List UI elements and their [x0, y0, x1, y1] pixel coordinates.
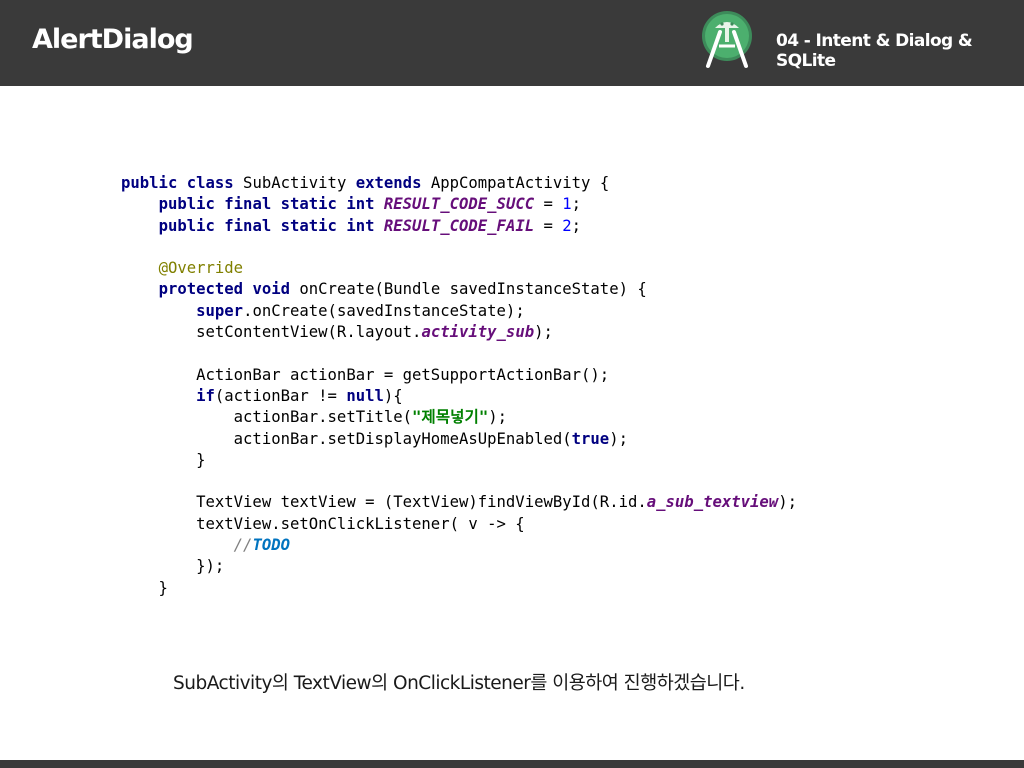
code-line: @Override — [121, 258, 797, 279]
code-token: // — [233, 536, 253, 555]
code-line: protected void onCreate(Bundle savedInst… — [121, 279, 797, 300]
code-token: TODO — [252, 536, 291, 555]
code-line: textView.setOnClickListener( v -> { — [121, 514, 797, 535]
code-token: RESULT_CODE_FAIL — [383, 216, 535, 235]
android-studio-icon — [698, 8, 756, 72]
code-token: SubActivity — [233, 174, 356, 192]
code-token: null — [346, 386, 384, 405]
code-token: ); — [609, 429, 628, 448]
code-line: ActionBar actionBar = getSupportActionBa… — [121, 365, 797, 386]
code-token: textView.setOnClickListener( v -> { — [121, 514, 525, 533]
slide-footer-bar — [0, 760, 1024, 768]
code-line: super.onCreate(savedInstanceState); — [121, 301, 797, 322]
code-token: if — [196, 386, 215, 405]
code-token: public class — [121, 174, 234, 192]
code-line: public final static int RESULT_CODE_SUCC… — [121, 194, 797, 215]
code-token: (actionBar != — [214, 386, 347, 405]
code-token: ActionBar actionBar = getSupportActionBa… — [121, 365, 610, 384]
code-line: }); — [121, 556, 797, 577]
code-line: actionBar.setDisplayHomeAsUpEnabled(true… — [121, 429, 797, 450]
code-token: setContentView(R.layout. — [121, 323, 422, 342]
code-line: } — [121, 578, 797, 599]
slide-caption: SubActivity의 TextView의 OnClickListener를 … — [173, 673, 745, 694]
slide-subtitle: 04 - Intent & Dialog & SQLite — [776, 31, 973, 71]
code-token: AppCompatActivity { — [421, 174, 610, 192]
code-token: ); — [534, 323, 553, 342]
code-token: TextView textView = (TextView)findViewBy… — [121, 493, 647, 512]
code-token: protected void — [158, 280, 290, 299]
code-token: public final static int — [158, 195, 375, 214]
code-token: ; — [571, 195, 582, 214]
code-token: }); — [121, 557, 225, 576]
code-token: onCreate(Bundle savedInstanceState) { — [290, 280, 647, 299]
code-token: ); — [488, 408, 507, 427]
code-token: 1 — [562, 195, 572, 214]
code-token: public final static int — [158, 216, 375, 235]
code-token: = — [534, 216, 563, 235]
code-token: super — [196, 301, 244, 320]
code-token: ); — [778, 493, 797, 512]
slide-title: AlertDialog — [32, 24, 194, 55]
code-line: public class SubActivity extends AppComp… — [121, 173, 797, 194]
code-token: } — [121, 450, 206, 469]
code-line: //TODO — [121, 535, 797, 556]
code-token: actionBar.setDisplayHomeAsUpEnabled( — [121, 429, 572, 448]
code-token: ; — [571, 216, 582, 235]
code-token: .onCreate(savedInstanceState); — [243, 301, 525, 320]
code-line: actionBar.setTitle("제목넣기"); — [121, 407, 797, 428]
code-token: = — [534, 195, 563, 214]
code-token: extends — [355, 174, 422, 192]
slide-header: AlertDialog 04 - Intent & Dialog & SQLit… — [0, 0, 1024, 86]
code-token: actionBar.setTitle( — [121, 408, 413, 427]
code-token: activity_sub — [421, 323, 535, 342]
code-line: setContentView(R.layout.activity_sub); — [121, 322, 797, 343]
code-token: a_sub_textview — [646, 493, 779, 512]
code-token: true — [571, 429, 610, 448]
code-token: ){ — [383, 386, 403, 405]
code-token: @Override — [158, 259, 244, 278]
code-token: "제목넣기" — [412, 408, 489, 427]
code-token: 2 — [562, 216, 572, 235]
code-line: public final static int RESULT_CODE_FAIL… — [121, 216, 797, 237]
code-block: public class SubActivity extends AppComp… — [121, 173, 797, 599]
code-token: RESULT_CODE_SUCC — [383, 195, 535, 214]
code-line: } — [121, 450, 797, 471]
code-line: TextView textView = (TextView)findViewBy… — [121, 492, 797, 513]
code-line: if(actionBar != null){ — [121, 386, 797, 407]
code-token: } — [121, 578, 168, 597]
